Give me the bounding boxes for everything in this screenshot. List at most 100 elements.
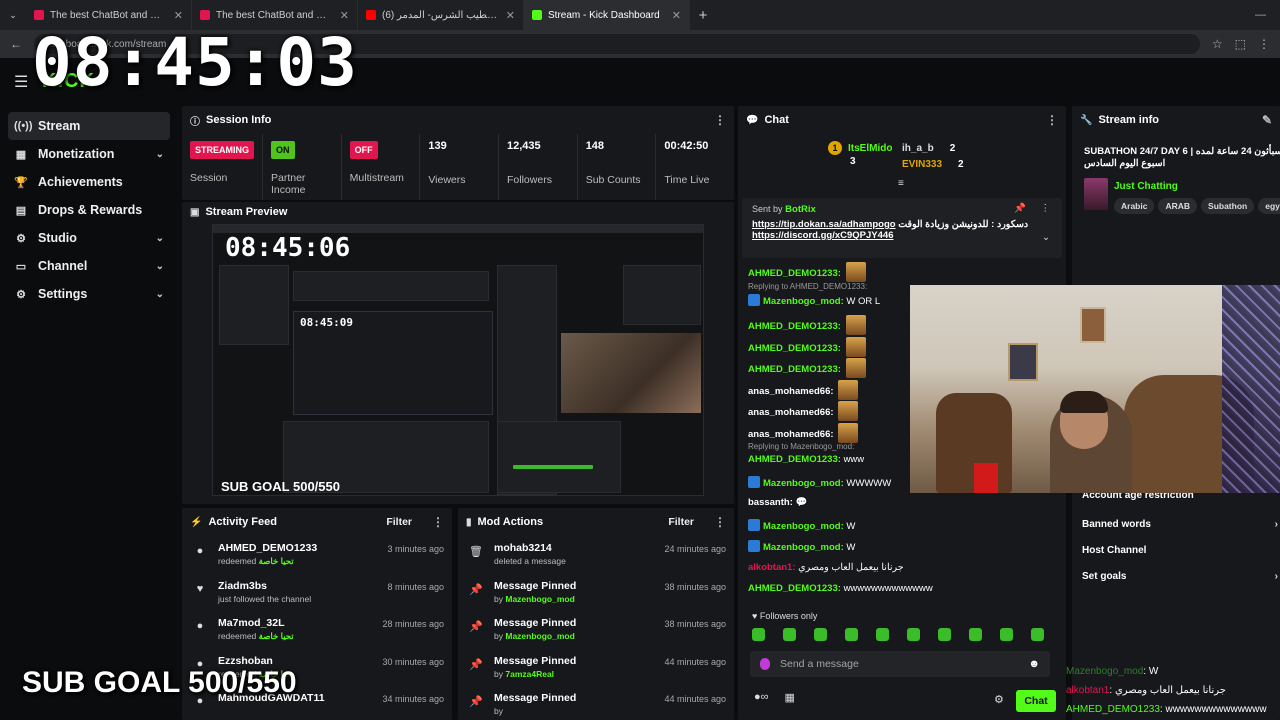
emote[interactable]	[752, 628, 765, 641]
overlay-chat-line: AHMED_DEMO1233: wwwwwwwwwwwwww	[1066, 700, 1280, 719]
chat-settings-icon[interactable]: ⚙	[994, 693, 1004, 706]
row-name[interactable]: Ezzshoban	[218, 655, 382, 667]
leaderboard-collapse-icon[interactable]: ≡	[898, 178, 904, 189]
chat-username[interactable]: bassanth:	[748, 497, 793, 508]
chevron-down-icon[interactable]: ⌄	[156, 233, 164, 244]
reply-context: Replying to AHMED_DEMO1233:	[748, 281, 868, 291]
browser-tab[interactable]: Stream - Kick Dashboard ✕	[524, 0, 690, 30]
mic-icon[interactable]	[760, 658, 770, 670]
emote[interactable]	[814, 628, 827, 641]
chat-username[interactable]: alkobtan1:	[748, 562, 796, 573]
quick-action[interactable]: Host Channel	[1082, 545, 1278, 556]
chat-username[interactable]: Mazenbogo_mod:	[763, 296, 844, 307]
row-name[interactable]: Message Pinned	[494, 692, 664, 704]
status-badge[interactable]: ON	[271, 141, 295, 159]
chat-username[interactable]: anas_mohamed66:	[748, 407, 834, 418]
tag-chip[interactable]: egypt	[1258, 198, 1280, 214]
stream-icon: ((•))	[14, 120, 33, 132]
pinned-link-discord[interactable]: https://discord.gg/xC9QPJY446	[752, 230, 893, 241]
chat-username[interactable]: AHMED_DEMO1233:	[748, 364, 841, 375]
chat-icon: 💬	[746, 114, 759, 126]
sidebar-item-stream[interactable]: ((•)) Stream	[8, 112, 170, 140]
chat-more-icon[interactable]: ⋮	[1046, 113, 1058, 127]
tag-chip[interactable]: ARAB	[1158, 198, 1198, 214]
tab-search-icon[interactable]: ⌄	[0, 10, 26, 21]
emote[interactable]	[907, 628, 920, 641]
status-badge[interactable]: OFF	[349, 141, 378, 159]
chat-username[interactable]: Mazenbogo_mod:	[763, 478, 844, 489]
pin-icon[interactable]: 📌	[1014, 203, 1026, 214]
preview-video[interactable]: 08:45:06 08:45:09 SUB GOAL 500/550	[212, 224, 704, 496]
sidebar-item-settings[interactable]: ⚙ Settings ⌄	[8, 280, 170, 308]
tab-close-icon[interactable]: ✕	[340, 9, 349, 22]
tools-icon[interactable]: ●∞	[754, 691, 769, 704]
browser-menu-icon[interactable]: ⋮	[1258, 37, 1270, 51]
mod-filter-button[interactable]: Filter	[668, 516, 694, 528]
sidebar-item-achievements[interactable]: 🏆 Achievements	[8, 168, 170, 196]
tag-chip[interactable]: Subathon	[1201, 198, 1255, 214]
chat-username[interactable]: anas_mohamed66:	[748, 386, 834, 397]
emote[interactable]	[969, 628, 982, 641]
emote[interactable]	[783, 628, 796, 641]
tab-close-icon[interactable]: ✕	[506, 9, 515, 22]
sidebar-item-channel[interactable]: ▭ Channel ⌄	[8, 252, 170, 280]
chat-input[interactable]: Send a message ☻	[750, 651, 1050, 677]
quick-action[interactable]: Set goals ›	[1082, 571, 1278, 582]
minimize-icon[interactable]: —	[1255, 9, 1266, 21]
overlay-chat: Mazenbogo_mod: Walkobtan1: جرنانا بيعمل …	[1066, 662, 1280, 719]
row-name[interactable]: Ziadm3bs	[218, 580, 387, 592]
row-name[interactable]: mohab3214	[494, 542, 664, 554]
sidebar-item-studio[interactable]: ⚙ Studio ⌄	[8, 224, 170, 252]
category-name[interactable]: Just Chatting	[1114, 181, 1178, 192]
row-name[interactable]: Ma7mod_32L	[218, 617, 382, 629]
extensions-icon[interactable]: ⬚	[1235, 37, 1246, 51]
calendar-icon[interactable]: ▦	[785, 691, 795, 704]
menu-icon[interactable]: ☰	[14, 72, 28, 92]
chat-username[interactable]: AHMED_DEMO1233:	[748, 583, 841, 594]
chat-username[interactable]: anas_mohamed66:	[748, 429, 834, 440]
chat-message: anas_mohamed66:	[748, 401, 859, 421]
sidebar-item-monetization[interactable]: ▦ Monetization ⌄	[8, 140, 170, 168]
chevron-down-icon[interactable]: ⌄	[156, 289, 164, 300]
browser-tab[interactable]: (6) الظابط الطيب الشرس- المدمر ✕	[358, 0, 524, 30]
tab-close-icon[interactable]: ✕	[672, 9, 681, 22]
chat-username[interactable]: AHMED_DEMO1233:	[748, 321, 841, 332]
tag-chip[interactable]: Arabic	[1114, 198, 1155, 214]
chat-username[interactable]: AHMED_DEMO1233:	[748, 268, 841, 279]
sidebar-item-drops-rewards[interactable]: ▤ Drops & Rewards	[8, 196, 170, 224]
chat-username[interactable]: AHMED_DEMO1233:	[748, 454, 841, 465]
mod-more-icon[interactable]: ⋮	[714, 515, 726, 529]
emote[interactable]	[1000, 628, 1013, 641]
new-tab-button[interactable]: +	[690, 7, 716, 24]
row-name[interactable]: AHMED_DEMO1233	[218, 542, 387, 554]
chevron-down-icon[interactable]: ⌄	[156, 149, 164, 160]
chat-username[interactable]: Mazenbogo_mod:	[763, 542, 844, 553]
emote[interactable]	[876, 628, 889, 641]
chat-text: www	[843, 454, 865, 465]
row-highlight: 7amza4Real	[505, 668, 555, 679]
chevron-down-icon[interactable]: ⌄	[156, 261, 164, 272]
session-more-icon[interactable]: ⋮	[714, 113, 726, 127]
emoji-icon[interactable]: ☻	[1028, 658, 1040, 670]
chat-username[interactable]: AHMED_DEMO1233:	[748, 343, 841, 354]
pinned-more-icon[interactable]: ⋮	[1041, 203, 1051, 214]
emote[interactable]	[1031, 628, 1044, 641]
row-name[interactable]: Message Pinned	[494, 655, 664, 667]
activity-filter-button[interactable]: Filter	[386, 516, 412, 528]
activity-more-icon[interactable]: ⋮	[432, 515, 444, 529]
pinned-expand-icon[interactable]: ⌄	[1042, 232, 1050, 243]
emote[interactable]	[938, 628, 951, 641]
preview-webcam	[561, 333, 701, 413]
bookmark-star-icon[interactable]: ☆	[1212, 37, 1223, 51]
row-name[interactable]: Message Pinned	[494, 580, 664, 592]
edit-icon[interactable]: ✎	[1262, 113, 1272, 127]
tab-close-icon[interactable]: ✕	[174, 9, 183, 22]
quick-action[interactable]: Banned words ›	[1082, 519, 1278, 530]
row-name[interactable]: Message Pinned	[494, 617, 664, 629]
pinned-link-tip[interactable]: https://tip.dokan.sa/adhampogo	[752, 219, 896, 230]
emote[interactable]	[845, 628, 858, 641]
row-time: 8 minutes ago	[387, 581, 444, 592]
back-icon[interactable]: ←	[10, 37, 22, 51]
chat-send-button[interactable]: Chat	[1016, 690, 1056, 712]
chat-username[interactable]: Mazenbogo_mod:	[763, 521, 844, 532]
